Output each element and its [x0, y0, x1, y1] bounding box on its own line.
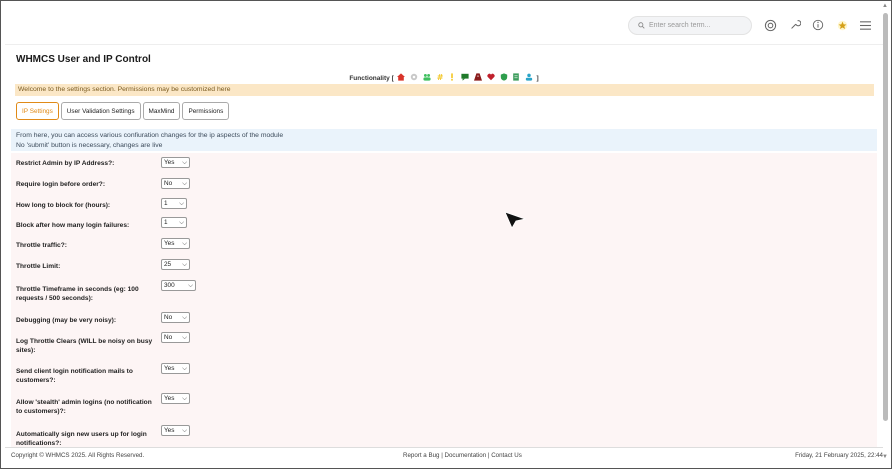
gear-icon[interactable]: [763, 18, 777, 32]
setting-label: Restrict Admin by IP Address?:: [16, 160, 115, 167]
contact-us-link[interactable]: Contact Us: [491, 452, 522, 459]
info-line-1: From here, you can access various confiu…: [16, 132, 284, 139]
block-failures-select[interactable]: 1 ⌵: [161, 217, 187, 228]
copyright-text: Copyright © WHMCS 2025. All Rights Reser…: [11, 452, 145, 459]
top-navbar: Enter search term...: [5, 5, 883, 45]
setting-label: Block after how many login failures:: [16, 222, 130, 229]
chevron-down-icon: ⌵: [188, 281, 193, 289]
main-content: WHMCS User and IP Control Functionality …: [11, 49, 877, 447]
footer-links: Report a Bug | Documentation | Contact U…: [403, 452, 522, 459]
select-value: 300: [164, 282, 175, 289]
chevron-down-icon: ⌵: [182, 260, 187, 268]
page-footer: Copyright © WHMCS 2025. All Rights Reser…: [5, 447, 883, 462]
report-bug-link[interactable]: Report a Bug: [403, 452, 439, 459]
setting-label: Allow 'stealth' admin logins (no notific…: [16, 399, 152, 415]
select-value: Yes: [164, 395, 175, 402]
functionality-close: ]: [536, 75, 539, 82]
select-value: No: [164, 180, 173, 187]
setting-label: Require login before order?:: [16, 181, 106, 188]
tab-maxmind[interactable]: MaxMind: [142, 102, 181, 120]
scrollbar[interactable]: ▲ ▼: [882, 3, 888, 460]
setting-label: Send client login notification mails to …: [16, 368, 133, 384]
info-icon[interactable]: [811, 18, 825, 32]
cog-icon[interactable]: [410, 73, 418, 81]
chevron-down-icon: ⌵: [182, 239, 187, 247]
chevron-down-icon: ⌵: [182, 333, 187, 341]
tab-user-validation-settings[interactable]: User Validation Settings: [60, 102, 141, 120]
block-hours-select[interactable]: 1 ⌵: [161, 198, 187, 209]
chevron-down-icon: ⌵: [182, 426, 187, 434]
setting-label: Throttle Timeframe in seconds (eg: 100 r…: [16, 286, 139, 302]
setting-label: Throttle Limit:: [16, 263, 61, 270]
select-value: 1: [164, 200, 168, 207]
throttle-limit-select[interactable]: 25 ⌵: [161, 259, 190, 270]
info-line-2: No 'submit' button is necessary, changes…: [16, 141, 163, 149]
search-icon: [638, 22, 645, 29]
chat-icon[interactable]: [461, 73, 469, 81]
settings-form: Restrict Admin by IP Address?: Yes ⌵ Requ…: [11, 153, 877, 447]
select-value: No: [164, 314, 173, 321]
select-value: 25: [164, 261, 172, 268]
throttle-timeframe-select[interactable]: 300 ⌵: [161, 280, 196, 291]
setting-label: How long to block for (hours):: [16, 202, 111, 209]
functionality-bar: Functionality [ # ]: [11, 73, 877, 82]
exclamation-icon[interactable]: [448, 73, 456, 81]
stealth-admin-logins-select[interactable]: Yes ⌵: [161, 393, 190, 404]
select-value: Yes: [164, 240, 175, 247]
hashtag-icon[interactable]: #: [436, 73, 444, 81]
client-login-notification-select[interactable]: Yes ⌵: [161, 363, 190, 374]
road-icon[interactable]: [473, 73, 482, 81]
shield-icon[interactable]: [500, 73, 508, 81]
home-icon[interactable]: [397, 73, 406, 81]
browser-frame: Enter search term... ▲ ▼ WHMCS User and …: [0, 0, 892, 469]
welcome-banner: Welcome to the settings section. Permiss…: [15, 84, 874, 96]
footer-date: Friday, 21 February 2025, 22:44: [795, 452, 883, 459]
document-icon[interactable]: [512, 73, 520, 81]
tab-permissions[interactable]: Permissions: [182, 102, 230, 120]
throttle-traffic-select[interactable]: Yes ⌵: [161, 238, 190, 249]
select-value: Yes: [164, 159, 175, 166]
heart-icon[interactable]: [487, 73, 495, 81]
svg-text:#: #: [436, 73, 443, 81]
log-throttle-clears-select[interactable]: No ⌵: [161, 332, 190, 343]
scroll-up-icon[interactable]: ▲: [882, 3, 888, 9]
star-icon[interactable]: [835, 18, 849, 32]
documentation-link[interactable]: Documentation: [445, 452, 487, 459]
setting-label: Log Throttle Clears (WILL be noisy on bu…: [16, 338, 153, 354]
chevron-down-icon: ⌵: [182, 179, 187, 187]
auto-signup-notifications-select[interactable]: Yes ⌵: [161, 425, 190, 436]
search-placeholder: Enter search term...: [649, 22, 711, 29]
select-value: No: [164, 334, 173, 341]
scroll-thumb[interactable]: [883, 13, 888, 421]
wrench-icon[interactable]: [788, 18, 802, 32]
search-input[interactable]: Enter search term...: [628, 16, 752, 35]
debugging-select[interactable]: No ⌵: [161, 312, 190, 323]
chevron-down-icon: ⌵: [182, 158, 187, 166]
chevron-down-icon: ⌵: [179, 218, 184, 226]
select-value: Yes: [164, 427, 175, 434]
setting-label: Throttle traffic?:: [16, 242, 67, 249]
menu-icon[interactable]: [858, 18, 872, 32]
info-panel: From here, you can access various confiu…: [11, 129, 877, 151]
users-icon[interactable]: [423, 73, 431, 81]
page-title: WHMCS User and IP Control: [16, 54, 151, 65]
setting-label: Automatically sign new users up for logi…: [16, 431, 147, 447]
chevron-down-icon: ⌵: [182, 313, 187, 321]
tab-ip-settings[interactable]: IP Settings: [16, 102, 59, 120]
settings-tabs: IP Settings User Validation Settings Max…: [16, 102, 230, 120]
chevron-down-icon: ⌵: [179, 199, 184, 207]
mouse-cursor-icon: [504, 211, 527, 231]
chevron-down-icon: ⌵: [182, 364, 187, 372]
select-value: Yes: [164, 365, 175, 372]
select-value: 1: [164, 219, 168, 226]
setting-label: Debugging (may be very noisy):: [16, 317, 117, 324]
functionality-label: Functionality [: [349, 75, 394, 82]
restrict-admin-ip-select[interactable]: Yes ⌵: [161, 157, 190, 168]
chevron-down-icon: ⌵: [182, 394, 187, 402]
require-login-select[interactable]: No ⌵: [161, 178, 190, 189]
user-icon[interactable]: [525, 73, 533, 81]
